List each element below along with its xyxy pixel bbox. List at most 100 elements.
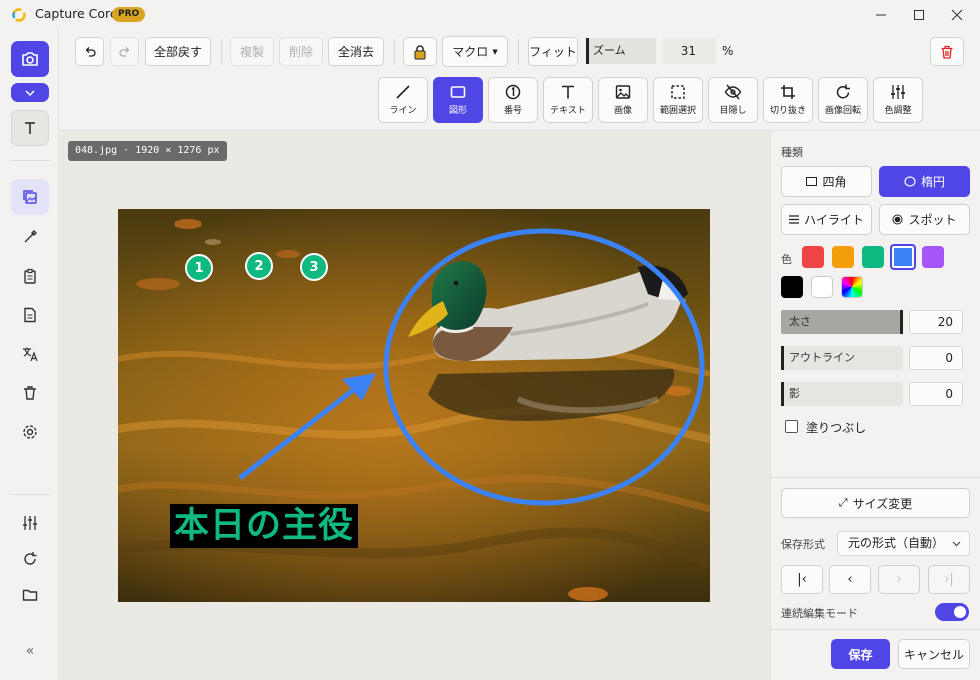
- tool-select[interactable]: 範囲選択: [653, 77, 703, 123]
- properties-panel: 種類 四角 楕円 ハイライト スポット 色 太さ 20 アウトライン 0 影 0…: [770, 131, 980, 680]
- color-swatch-red[interactable]: [802, 246, 824, 268]
- panel-divider: [771, 629, 980, 630]
- spot-icon: [892, 214, 903, 225]
- next-image-button[interactable]: ›: [878, 565, 920, 594]
- tool-label: 切り抜き: [769, 106, 806, 116]
- text-icon: [562, 85, 574, 99]
- sidebar-item-document[interactable]: [11, 297, 49, 333]
- lock-icon: [414, 44, 426, 59]
- left-sidebar: «: [0, 29, 59, 680]
- eyedropper-icon: [24, 230, 37, 243]
- collapse-sidebar-button[interactable]: «: [11, 633, 49, 669]
- skip-first-icon: |‹: [797, 572, 807, 587]
- continuous-mode-toggle[interactable]: [935, 603, 969, 621]
- cancel-button[interactable]: キャンセル: [898, 639, 970, 669]
- tool-rotate[interactable]: 画像回転: [818, 77, 868, 123]
- zoom-input[interactable]: 31: [663, 38, 716, 64]
- shape-ellipse-button[interactable]: 楕円: [879, 166, 970, 197]
- line-icon: [396, 85, 410, 99]
- shadow-input[interactable]: 0: [909, 382, 963, 406]
- shape-label: 楕円: [920, 175, 945, 189]
- delete-button[interactable]: 削除: [279, 37, 323, 66]
- resize-button[interactable]: ⤢ サイズ変更: [781, 488, 970, 518]
- shape-spot-button[interactable]: スポット: [879, 204, 970, 235]
- macro-dropdown[interactable]: マクロ ▼: [442, 36, 508, 67]
- text-capture-button[interactable]: [11, 110, 49, 146]
- outline-input[interactable]: 0: [909, 346, 963, 370]
- number-marker-1[interactable]: 1: [185, 254, 213, 282]
- section-label: 種類: [781, 146, 803, 159]
- last-image-button[interactable]: ›|: [928, 565, 970, 594]
- images-icon: [23, 190, 37, 204]
- tool-line[interactable]: ライン: [378, 77, 428, 123]
- shadow-slider[interactable]: 影: [781, 382, 903, 406]
- capture-button[interactable]: [11, 41, 49, 77]
- sidebar-item-translate[interactable]: [11, 336, 49, 372]
- revert-all-button[interactable]: 全部戻す: [145, 37, 211, 66]
- color-swatch-blue-selected[interactable]: [890, 244, 916, 270]
- refresh-icon: [24, 552, 37, 565]
- chevron-down-icon: [952, 541, 961, 547]
- color-swatch-orange[interactable]: [832, 246, 854, 268]
- redo-button[interactable]: [110, 37, 139, 66]
- shadow-knob[interactable]: [781, 382, 784, 406]
- number-icon: [505, 84, 521, 100]
- capture-options-dropdown[interactable]: [11, 83, 49, 102]
- caret-down-icon: ▼: [492, 47, 498, 56]
- clear-all-button[interactable]: 全消去: [328, 37, 384, 66]
- sidebar-item-clipboard[interactable]: [11, 258, 49, 294]
- tool-label: 図形: [448, 106, 467, 116]
- tool-crop[interactable]: 切り抜き: [763, 77, 813, 123]
- fill-checkbox[interactable]: [785, 420, 798, 433]
- color-swatch-green[interactable]: [862, 246, 884, 268]
- number-marker-3[interactable]: 3: [300, 253, 328, 281]
- shape-highlight-button[interactable]: ハイライト: [781, 204, 872, 235]
- thickness-slider[interactable]: 太さ: [781, 310, 903, 334]
- outline-knob[interactable]: [781, 346, 784, 370]
- number-marker-2[interactable]: 2: [245, 252, 273, 280]
- sidebar-item-trash[interactable]: [11, 375, 49, 411]
- shape-label: スポット: [908, 213, 957, 227]
- tool-text[interactable]: テキスト: [543, 77, 593, 123]
- zoom-unit: %: [722, 44, 734, 58]
- fit-button[interactable]: フィット: [528, 37, 578, 66]
- chevron-left-icon: ‹: [847, 572, 853, 587]
- sidebar-item-settings[interactable]: [11, 414, 49, 450]
- toolbar-divider: [221, 39, 222, 65]
- sidebar-item-picker[interactable]: [11, 219, 49, 255]
- zoom-slider[interactable]: ズーム: [586, 38, 656, 64]
- save-button[interactable]: 保存: [831, 639, 890, 669]
- save-format-select[interactable]: 元の形式（自動）: [837, 531, 970, 556]
- color-swatch-white[interactable]: [811, 276, 833, 298]
- tool-number[interactable]: 番号: [488, 77, 538, 123]
- tool-label: 色調整: [884, 106, 912, 116]
- caption-text-annotation[interactable]: 本日の主役: [170, 504, 359, 548]
- trash-button[interactable]: [930, 37, 964, 66]
- thickness-knob[interactable]: [900, 310, 903, 334]
- color-swatch-purple[interactable]: [922, 246, 944, 268]
- canvas-area[interactable]: 048.jpg · 1920 × 1276 px 1 2 3 本日の主役: [60, 131, 770, 680]
- sidebar-item-editor[interactable]: [11, 179, 49, 215]
- image-canvas[interactable]: 1 2 3 本日の主役: [118, 209, 710, 602]
- tool-label: 画像回転: [824, 106, 861, 116]
- custom-color-picker[interactable]: [841, 276, 863, 298]
- duplicate-button[interactable]: 複製: [230, 37, 274, 66]
- tool-blur[interactable]: 目隠し: [708, 77, 758, 123]
- first-image-button[interactable]: |‹: [781, 565, 823, 594]
- lock-button[interactable]: [403, 37, 437, 66]
- outline-slider[interactable]: アウトライン: [781, 346, 903, 370]
- previous-image-button[interactable]: ‹: [829, 565, 871, 594]
- thickness-input[interactable]: 20: [909, 310, 963, 334]
- undo-button[interactable]: [75, 37, 104, 66]
- tool-color-adjust[interactable]: 色調整: [873, 77, 923, 123]
- color-swatch-black[interactable]: [781, 276, 803, 298]
- close-window-button[interactable]: [934, 0, 980, 29]
- tool-image[interactable]: 画像: [598, 77, 648, 123]
- sidebar-item-folder[interactable]: [11, 577, 49, 613]
- sidebar-item-refresh[interactable]: [11, 541, 49, 577]
- tool-label: テキスト: [550, 106, 586, 116]
- sidebar-item-adjust[interactable]: [11, 505, 49, 541]
- tool-shape[interactable]: 図形: [433, 77, 483, 123]
- save-format-value: 元の形式（自動）: [848, 536, 945, 550]
- shape-rectangle-button[interactable]: 四角: [781, 166, 872, 197]
